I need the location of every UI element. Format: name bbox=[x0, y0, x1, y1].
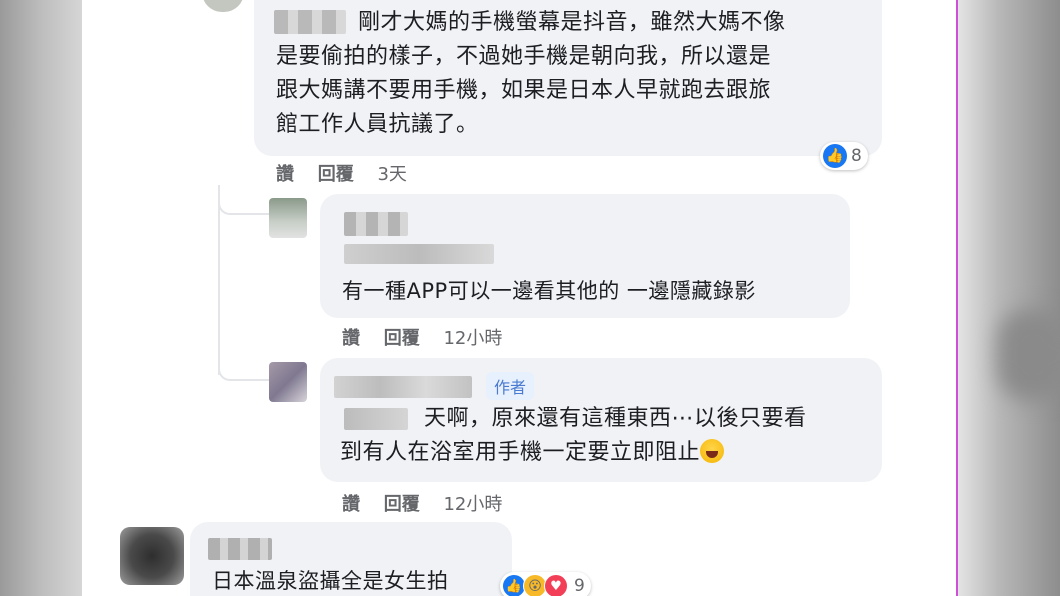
avatar[interactable] bbox=[269, 362, 307, 402]
redacted-username bbox=[334, 376, 472, 398]
thread-connector-branch bbox=[218, 195, 270, 215]
avatar[interactable] bbox=[120, 527, 184, 585]
reaction-count: 8 bbox=[851, 146, 862, 166]
blurred-background-right bbox=[958, 0, 1060, 596]
love-icon: ♥ bbox=[544, 574, 568, 596]
avatar[interactable] bbox=[269, 198, 307, 238]
author-badge: 作者 bbox=[486, 372, 535, 400]
redacted-subtitle bbox=[344, 244, 494, 264]
like-link[interactable]: 讚 bbox=[276, 164, 294, 185]
redacted-username bbox=[344, 212, 408, 236]
comment-text: 日本溫泉盜攝全是女生拍 bbox=[212, 569, 449, 593]
laughing-face-icon bbox=[700, 439, 725, 463]
reply-link[interactable]: 回覆 bbox=[318, 164, 354, 185]
comment-text: 天啊，原來還有這種東西⋯以後只要看 到有人在浴室用手機一定要立即阻止 bbox=[340, 406, 807, 465]
like-icon: 👍 bbox=[823, 144, 847, 168]
like-link[interactable]: 讚 bbox=[342, 494, 360, 515]
comment-actions: 讚 回覆 3天 bbox=[276, 160, 425, 186]
like-link[interactable]: 讚 bbox=[342, 328, 360, 349]
comment-actions: 讚 回覆 12小時 bbox=[342, 324, 520, 350]
comment-text: 有一種APP可以一邊看其他的 一邊隱藏錄影 bbox=[342, 279, 756, 303]
timestamp[interactable]: 3天 bbox=[377, 164, 406, 185]
reaction-summary[interactable]: 👍 😮 ♥ 9 bbox=[500, 572, 591, 596]
comment-thread-panel: 剛才大媽的手機螢幕是抖音，雖然大媽不像 是要偷拍的樣子，不過她手機是朝向我，所以… bbox=[82, 0, 956, 596]
timestamp[interactable]: 12小時 bbox=[443, 494, 502, 515]
reaction-count: 9 bbox=[574, 576, 585, 596]
reaction-summary[interactable]: 👍 8 bbox=[820, 142, 868, 170]
reply-link[interactable]: 回覆 bbox=[384, 328, 420, 349]
blurred-background-left bbox=[0, 0, 82, 596]
reply-link[interactable]: 回覆 bbox=[384, 494, 420, 515]
thread-connector bbox=[218, 185, 220, 375]
comment-actions: 讚 回覆 12小時 bbox=[342, 490, 520, 516]
comment-text: 剛才大媽的手機螢幕是抖音，雖然大媽不像 是要偷拍的樣子，不過她手機是朝向我，所以… bbox=[276, 10, 786, 137]
thread-connector-branch bbox=[218, 355, 270, 381]
timestamp[interactable]: 12小時 bbox=[443, 328, 502, 349]
redacted-username bbox=[208, 538, 272, 560]
avatar[interactable] bbox=[202, 0, 244, 12]
frame-edge bbox=[956, 0, 958, 596]
